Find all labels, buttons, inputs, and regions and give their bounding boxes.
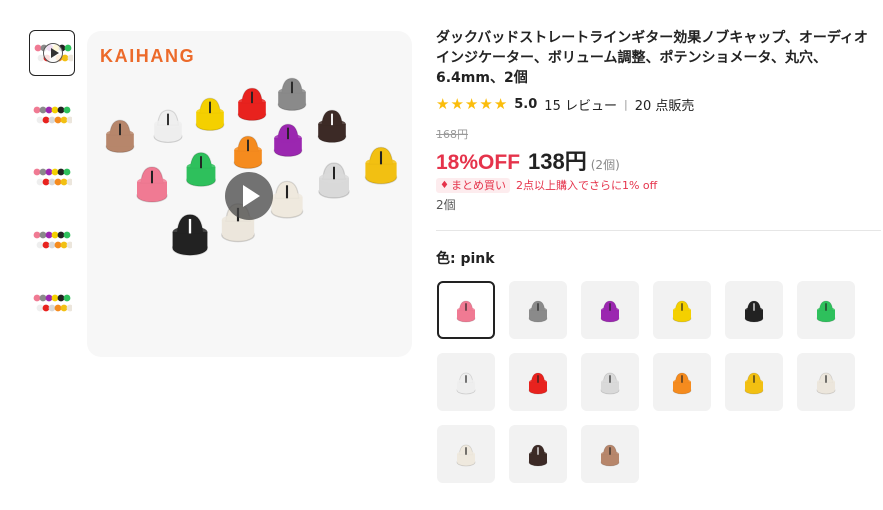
star-icon: ★ <box>479 94 493 113</box>
knob-icon <box>672 372 692 395</box>
thumbnail-1[interactable] <box>29 30 75 76</box>
original-price: 168円 <box>436 128 468 141</box>
play-icon[interactable] <box>225 172 273 220</box>
knob-icon <box>528 300 548 323</box>
knob-icon <box>456 372 476 395</box>
image-thumbnail-icon <box>33 168 72 186</box>
thumbnail-5[interactable] <box>29 281 75 327</box>
unit-label: (2個) <box>590 158 620 172</box>
current-price: 138円 <box>528 149 587 174</box>
knob-icon <box>456 444 476 467</box>
color-swatch-3[interactable] <box>581 281 639 339</box>
color-swatch-1[interactable] <box>437 281 495 339</box>
color-swatch-9[interactable] <box>581 353 639 411</box>
product-info: ダックバッドストレートラインギター効果ノブキャップ、オーディオインジケーター、ボ… <box>436 28 881 213</box>
price-row: 18%OFF 138円 (2個) <box>436 144 881 174</box>
color-swatch-10[interactable] <box>653 353 711 411</box>
rating-row: ★ ★ ★ ★ ★ 5.0 15 レビュー | 20 点販売 <box>436 94 881 114</box>
image-thumbnail-icon <box>32 351 72 358</box>
tag-icon: ♦ <box>440 179 449 191</box>
knob-icon <box>600 372 620 395</box>
knob-icon <box>528 444 548 467</box>
rating-stars[interactable]: ★ ★ ★ ★ ★ <box>436 94 508 113</box>
star-icon: ★ <box>450 94 464 113</box>
color-swatch-5[interactable] <box>725 281 783 339</box>
rating-value: 5.0 <box>514 96 538 112</box>
discount-label: 18%OFF <box>436 151 521 174</box>
knob-icon <box>744 300 764 323</box>
knob-icon <box>528 372 548 395</box>
knob-icon <box>816 300 836 323</box>
thumbnail-6[interactable] <box>29 346 75 358</box>
bulk-promo-badge-label: まとめ買い <box>450 178 506 192</box>
color-swatch-15[interactable] <box>581 425 639 483</box>
separator: | <box>623 97 628 111</box>
star-icon: ★ <box>464 94 479 113</box>
color-swatch-13[interactable] <box>437 425 495 483</box>
brand-logo: KAIHANG <box>100 46 196 66</box>
knob-icon <box>744 372 764 395</box>
knob-icon <box>456 300 476 323</box>
color-swatch-14[interactable] <box>509 425 567 483</box>
bulk-promo-badge: ♦ まとめ買い <box>436 177 510 193</box>
color-label: 色: pink <box>436 251 495 267</box>
thumbnail-3[interactable] <box>29 155 75 201</box>
color-swatch-8[interactable] <box>509 353 567 411</box>
color-swatch-12[interactable] <box>797 353 855 411</box>
image-thumbnail-icon <box>33 231 72 249</box>
color-swatch-11[interactable] <box>725 353 783 411</box>
color-swatch-4[interactable] <box>653 281 711 339</box>
bulk-promo-text: 2点以上購入でさらに1% off <box>515 179 658 192</box>
quantity-text: 2個 <box>436 198 456 212</box>
color-swatch-6[interactable] <box>797 281 855 339</box>
knob-icon <box>672 300 692 323</box>
color-swatch-2[interactable] <box>509 281 567 339</box>
thumbnail-2[interactable] <box>29 93 75 139</box>
thumbnail-list <box>29 30 75 358</box>
divider <box>436 230 881 231</box>
star-icon: ★ <box>493 94 508 113</box>
image-thumbnail-icon <box>33 106 72 124</box>
main-product-image[interactable]: KAIHANG <box>87 31 412 357</box>
star-icon: ★ <box>436 94 450 113</box>
product-title: ダックバッドストレートラインギター効果ノブキャップ、オーディオインジケーター、ボ… <box>436 30 868 86</box>
thumbnail-4[interactable] <box>29 218 75 264</box>
knob-icon <box>600 444 620 467</box>
image-thumbnail-icon <box>33 294 72 312</box>
play-icon <box>43 43 63 63</box>
knob-icon <box>816 372 836 395</box>
color-swatch-7[interactable] <box>437 353 495 411</box>
knob-icon <box>600 300 620 323</box>
bulk-promo: ♦ まとめ買い 2点以上購入でさらに1% off <box>436 177 881 193</box>
review-count[interactable]: 15 レビュー <box>544 95 617 114</box>
sold-count: 20 点販売 <box>634 98 695 114</box>
